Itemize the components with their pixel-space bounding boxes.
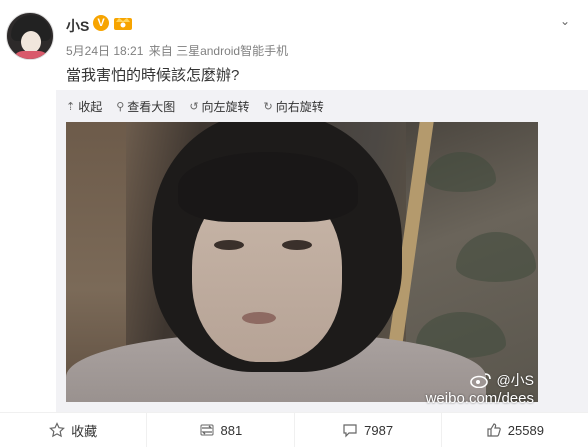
rotate-left-icon: ↺ bbox=[189, 100, 199, 113]
rotate-right-icon: ↻ bbox=[263, 100, 273, 113]
photo-mouth bbox=[242, 312, 276, 324]
repost-button[interactable]: 881 bbox=[147, 413, 295, 447]
media-toolbar: ⇡ 收起 ⚲ 查看大图 ↺ 向左旋转 ↻ 向右旋转 bbox=[66, 96, 324, 116]
thumbs-up-icon bbox=[487, 423, 501, 437]
like-count: 25589 bbox=[507, 422, 544, 438]
photo-eye-right bbox=[282, 240, 312, 250]
chevron-down-icon[interactable]: ⌄ bbox=[560, 14, 570, 28]
rotate-right-label: 向右旋转 bbox=[275, 99, 324, 114]
post-date[interactable]: 5月24日 18:21 bbox=[66, 44, 143, 58]
comment-icon bbox=[343, 424, 357, 438]
photo-bangs bbox=[178, 152, 358, 222]
verified-icon: V bbox=[93, 15, 109, 31]
post-text: 當我害怕的時候該怎麼辦? bbox=[66, 67, 240, 84]
watermark-name: @小S bbox=[496, 372, 534, 388]
post-meta: 5月24日 18:21 来自 三星android智能手机 bbox=[66, 42, 290, 59]
watermark-site: weibo.com/dees bbox=[425, 390, 534, 407]
avatar-shirt bbox=[13, 51, 49, 59]
author-avatar[interactable] bbox=[6, 12, 54, 60]
repost-count: 881 bbox=[220, 422, 243, 438]
collapse-icon: ⇡ bbox=[66, 100, 76, 113]
repost-icon bbox=[200, 424, 214, 436]
comment-count: 7987 bbox=[364, 422, 394, 438]
favorite-button[interactable]: 收藏 bbox=[0, 413, 148, 447]
photo-eye-left bbox=[214, 240, 244, 250]
author-name[interactable]: 小S bbox=[66, 16, 89, 36]
weibo-logo-icon bbox=[470, 373, 492, 388]
search-icon: ⚲ bbox=[116, 100, 125, 113]
favorite-label: 收藏 bbox=[71, 423, 98, 439]
photo-watermark: @小S weibo.com/dees bbox=[426, 370, 534, 407]
avatar-face bbox=[21, 31, 41, 53]
collapse-label: 收起 bbox=[78, 99, 103, 114]
weibo-post-card: 小S V ⌄ 5月24日 18:21 来自 三星android智能手机 當我害怕… bbox=[0, 0, 588, 447]
like-button[interactable]: 25589 bbox=[442, 413, 588, 447]
view-large-button[interactable]: ⚲ 查看大图 bbox=[116, 96, 175, 116]
post-source: 来自 三星android智能手机 bbox=[148, 44, 289, 58]
post-photo[interactable] bbox=[66, 122, 538, 402]
comment-button[interactable]: 7987 bbox=[295, 413, 442, 447]
rotate-left-button[interactable]: ↺ 向左旋转 bbox=[189, 96, 249, 116]
vip-crown-icon bbox=[114, 18, 132, 30]
rotate-right-button[interactable]: ↻ 向右旋转 bbox=[264, 96, 324, 116]
collapse-button[interactable]: ⇡ 收起 bbox=[66, 96, 102, 116]
star-icon bbox=[49, 422, 66, 438]
action-bar: 收藏 881 7987 25589 bbox=[0, 412, 588, 447]
view-large-label: 查看大图 bbox=[127, 99, 176, 114]
rotate-left-label: 向左旋转 bbox=[201, 99, 250, 114]
